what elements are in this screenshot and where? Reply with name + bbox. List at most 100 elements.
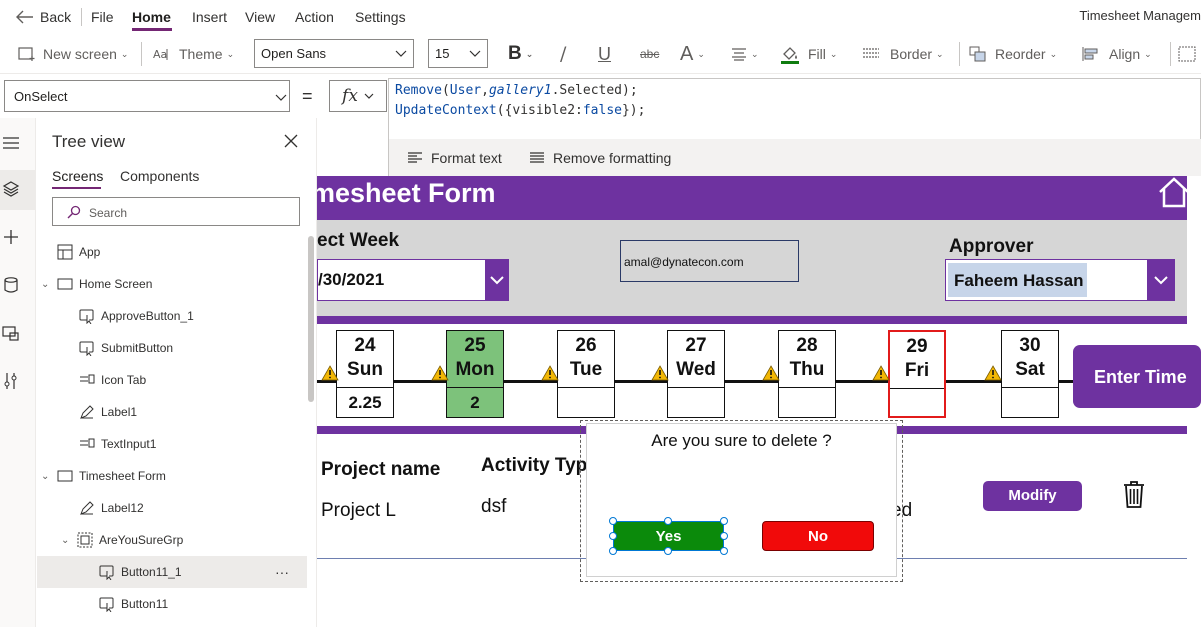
select-week-label: ect Week [317,230,400,251]
tree-item-label1[interactable]: Label1 [37,396,307,428]
fill-button[interactable]: Fill ⌄ [780,42,837,66]
back-button[interactable]: Back [16,9,71,25]
font-size-select[interactable]: 15 [428,39,488,68]
format-text-button[interactable]: Format text [407,150,502,166]
advanced-tools-icon[interactable] [2,372,20,390]
week-date-picker[interactable]: /30/2021 [317,259,509,301]
remove-formatting-button[interactable]: Remove formatting [529,150,671,166]
day-hours[interactable] [890,388,944,420]
resize-handle[interactable] [609,532,617,540]
tree-item-areyousuregrp[interactable]: ⌄ AreYouSureGrp [37,524,307,556]
menu-settings[interactable]: Settings [355,9,406,25]
insert-plus-icon[interactable] [2,228,20,246]
day-card-tue[interactable]: 26 Tue [557,330,615,418]
chevron-down-icon: ⌄ [697,48,705,59]
day-hours[interactable] [558,387,614,419]
modify-button[interactable]: Modify [983,481,1082,511]
tree-scrollbar[interactable] [308,236,314,402]
resize-handle[interactable] [609,547,617,555]
tab-screens[interactable]: Screens [52,168,103,184]
text-align-button[interactable]: ⌄ [731,42,759,66]
date-dropdown-button[interactable] [485,259,509,301]
more-options-icon[interactable]: ··· [275,564,289,580]
enter-time-button[interactable]: Enter Time [1073,345,1201,408]
theme-button[interactable]: Aa Theme ⌄ [153,42,234,66]
italic-button[interactable]: / [560,42,566,66]
day-card-sun[interactable]: 24 Sun 2.25 [336,330,394,418]
day-card-mon[interactable]: 25 Mon 2 [446,330,504,418]
warning-icon[interactable] [431,365,449,381]
tree-item-timesheet-form[interactable]: ⌄ Timesheet Form [37,460,307,492]
day-hours[interactable]: 2 [447,387,503,419]
align-button[interactable]: Align ⌄ [1082,42,1152,66]
tree-item-textinput1[interactable]: TextInput1 [37,428,307,460]
resize-handle[interactable] [609,517,617,525]
day-card-fri[interactable]: 29 Fri [888,330,946,418]
resize-handle[interactable] [664,517,672,525]
day-hours[interactable] [779,387,835,419]
day-hours[interactable] [668,387,724,419]
email-field[interactable]: amal@dynatecon.com [620,240,799,282]
tree-item-app[interactable]: App [37,236,307,268]
resize-handle[interactable] [720,547,728,555]
property-select[interactable]: OnSelect [4,80,290,112]
resize-handle[interactable] [720,517,728,525]
menu-insert[interactable]: Insert [192,9,227,25]
bold-button[interactable]: B ⌄ [508,42,533,66]
warning-icon[interactable] [321,365,339,381]
media-icon[interactable] [2,324,20,342]
day-card-thu[interactable]: 28 Thu [778,330,836,418]
day-hours[interactable]: 2.25 [337,387,393,419]
warning-icon[interactable] [984,365,1002,381]
warning-icon[interactable] [872,365,890,381]
menu-file[interactable]: File [91,9,114,25]
data-cylinder-icon[interactable] [2,276,20,294]
hamburger-menu-icon[interactable] [2,134,20,152]
resize-handle[interactable] [720,532,728,540]
menu-home[interactable]: Home [132,9,171,25]
warning-icon[interactable] [651,365,669,381]
warning-icon[interactable] [541,365,559,381]
tab-components[interactable]: Components [120,168,199,184]
tree-item-home-screen[interactable]: ⌄ Home Screen [37,268,307,300]
font-color-button[interactable]: A ⌄ [680,42,705,66]
group-button[interactable] [1178,42,1196,66]
caret-down-icon[interactable]: ⌄ [41,471,53,482]
caret-down-icon[interactable]: ⌄ [41,279,53,290]
day-card-wed[interactable]: 27 Wed [667,330,725,418]
caret-down-icon[interactable]: ⌄ [61,535,73,546]
strikethrough-button[interactable]: abc [640,42,659,66]
underline-button[interactable]: U [598,42,611,66]
new-screen-button[interactable]: New screen ⌄ [18,42,128,66]
formula-line-2: UpdateContext({visible2:false}); [395,103,646,118]
trash-icon[interactable] [1123,480,1145,508]
tree-search-input[interactable]: Search [52,197,300,226]
close-icon[interactable] [284,134,298,148]
tree-item-icon-tab[interactable]: Icon Tab [37,364,307,396]
home-tab-underline [132,28,172,31]
tree-item-approvebutton-1[interactable]: ApproveButton_1 [37,300,307,332]
fx-button[interactable]: fx [329,80,387,112]
no-button[interactable]: No [762,521,874,551]
day-card-sat[interactable]: 30 Sat [1001,330,1059,418]
chevron-down-icon [395,50,407,57]
day-hours[interactable] [1002,387,1058,419]
resize-handle[interactable] [664,547,672,555]
reorder-button[interactable]: Reorder ⌄ [969,42,1057,66]
cell-project: Project L [321,500,396,521]
tree-item-label12[interactable]: Label12 [37,492,307,524]
chevron-down-icon: ⌄ [226,48,235,59]
tree-view-layers-icon[interactable] [2,180,20,198]
font-family-select[interactable]: Open Sans [254,39,414,68]
border-button[interactable]: Border ⌄ [862,42,944,66]
approver-dropdown-button[interactable] [1147,259,1175,301]
menu-view[interactable]: View [245,9,275,25]
warning-icon[interactable] [762,365,780,381]
tree-item-button11[interactable]: Button11 [37,588,307,620]
tree-item-submitbutton[interactable]: SubmitButton [37,332,307,364]
tree-item-button11-1[interactable]: Button11_1 ··· [37,556,307,588]
theme-icon: Aa [153,48,168,61]
chevron-down-icon: ⌄ [1144,48,1152,59]
home-icon[interactable] [1157,176,1191,208]
menu-action[interactable]: Action [295,9,334,25]
